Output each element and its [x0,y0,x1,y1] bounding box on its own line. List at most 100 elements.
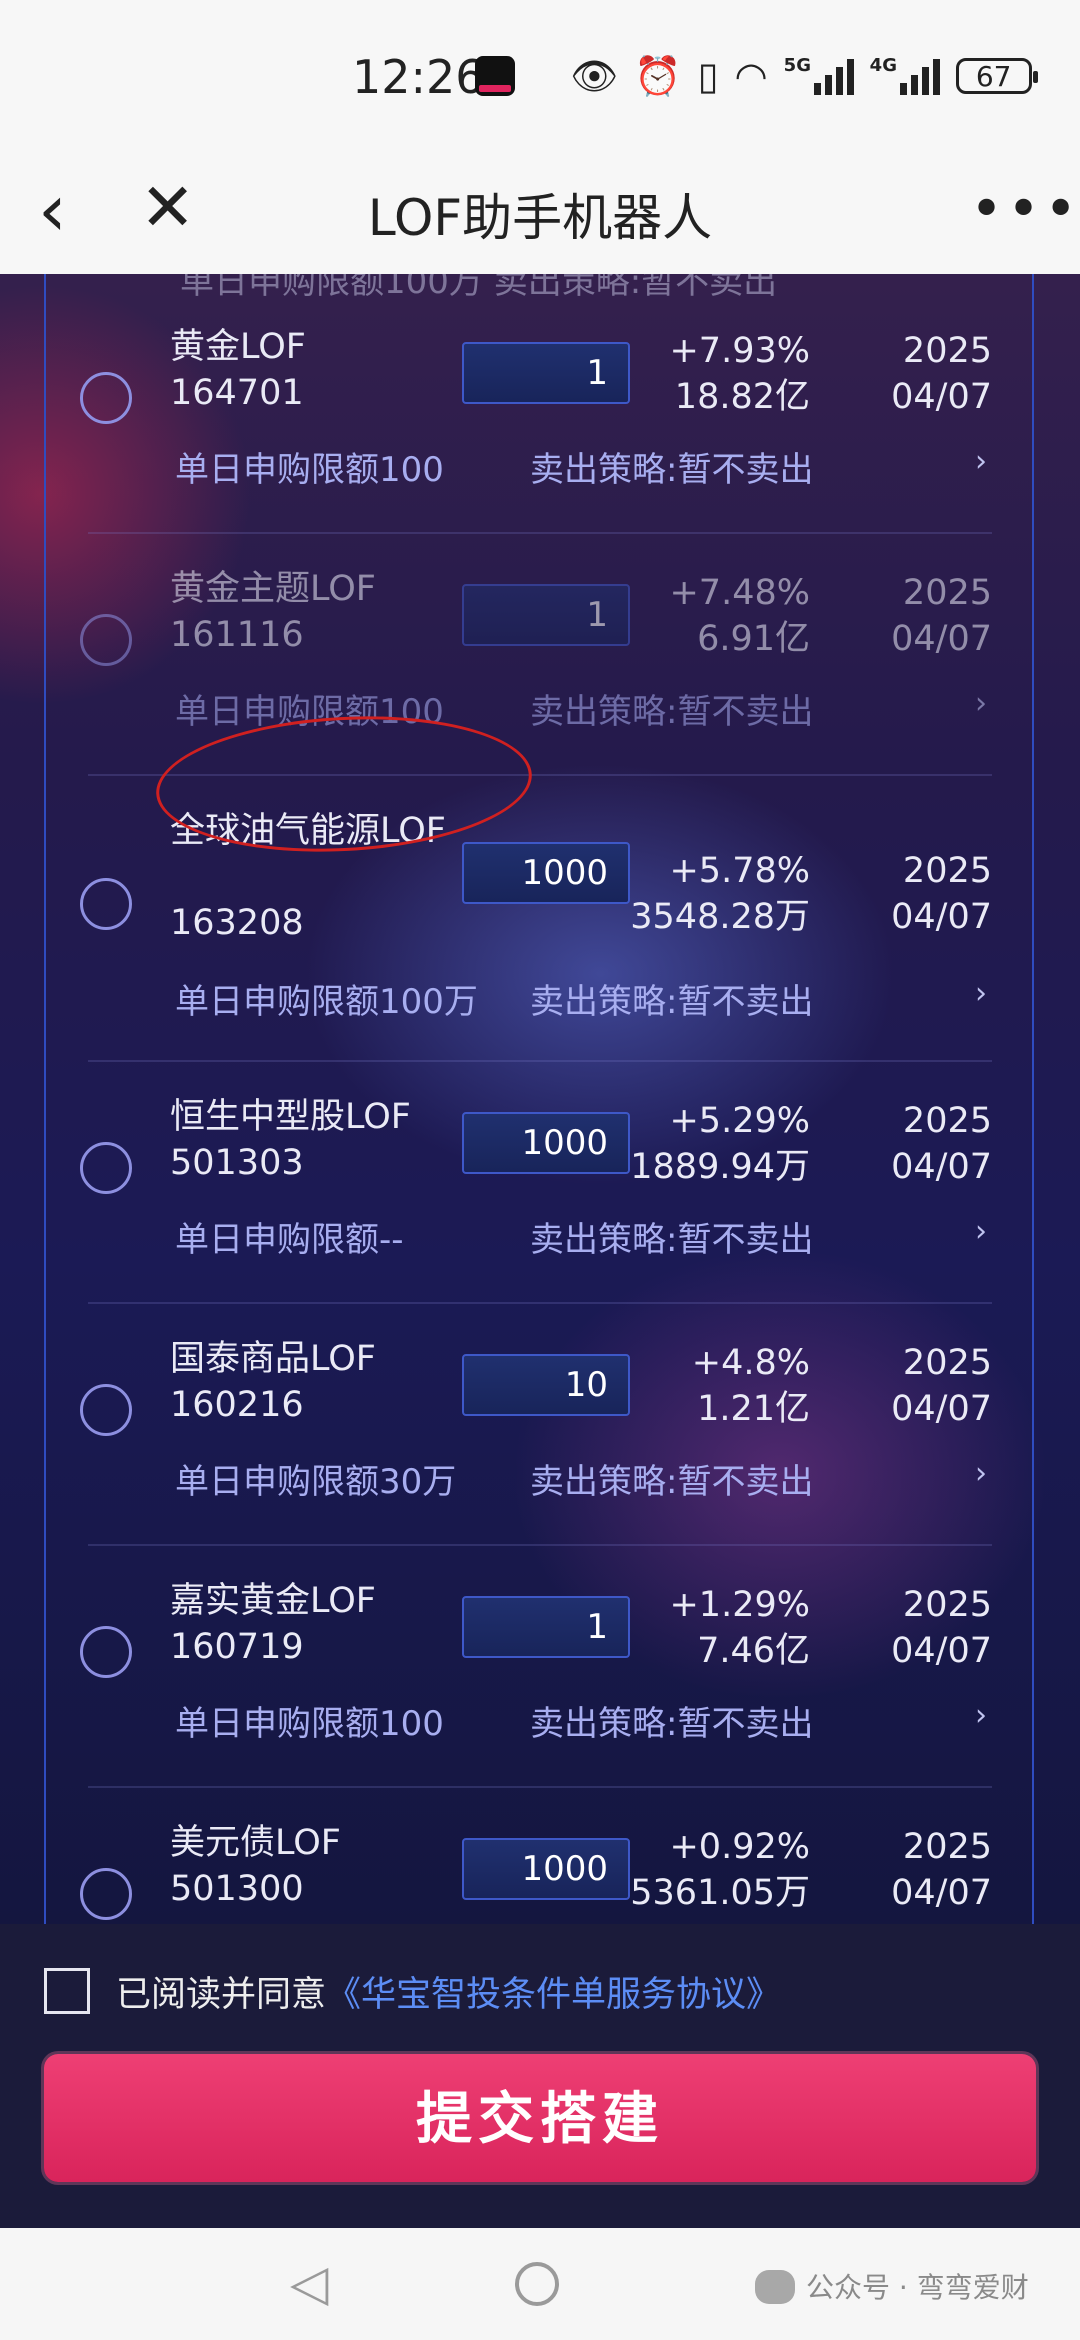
change-percent: +4.8% [691,1343,810,1383]
fund-name: 黄金主题LOF [170,569,376,609]
fund-name: 黄金LOF [170,327,306,367]
quantity-input[interactable]: 1000 [462,842,630,904]
select-radio[interactable] [80,614,132,666]
fund-list-area[interactable]: 单日申购限额100万 卖出策略:暂不卖出 黄金LOF 164701 1 +7.93% 1… [0,274,1080,1924]
list-item[interactable]: 恒生中型股LOF 501303 1000 +5.29% 1889.94万 2025 04/0… [0,1094,1080,1334]
trade-amount: 1.21亿 [697,1389,810,1429]
date-year: 2025 [902,1827,992,1867]
purchase-limit: 单日申购限额-- [175,1220,404,1260]
trade-amount: 7.46亿 [697,1631,810,1671]
chevron-right-icon[interactable]: › [975,1214,987,1249]
agree-label: 已阅读并同意 [116,1975,327,2015]
select-radio[interactable] [80,1868,132,1920]
signal-icon: 4G [870,55,940,95]
list-item[interactable]: 黄金LOF 164701 1 +7.93% 18.82亿 2025 04/07 单日申购限额1… [0,324,1080,564]
submit-button[interactable]: 提交搭建 [44,2054,1036,2182]
chevron-right-icon[interactable]: › [975,1456,987,1491]
status-bar: 12:26 👁 ⏰ ▯ ◠ 5G 4G 67 [0,0,1080,150]
sell-strategy: 卖出策略:暂不卖出 [530,1220,814,1260]
fund-name: 恒生中型股LOF [170,1097,411,1137]
select-radio[interactable] [80,372,132,424]
trade-amount: 1889.94万 [630,1147,810,1187]
fund-name: 国泰商品LOF [170,1339,376,1379]
date-year: 2025 [902,851,992,891]
fund-code: 501300 [170,1869,304,1909]
fund-code: 160216 [170,1385,304,1425]
row-divider [88,1786,992,1788]
select-radio[interactable] [80,1142,132,1194]
chevron-right-icon[interactable]: › [975,444,987,479]
vibrate-icon: ▯ [697,54,719,98]
change-percent: +0.92% [669,1827,810,1867]
agreement-link[interactable]: 《华宝智投条件单服务协议》 [326,1975,781,2015]
date-day: 04/07 [891,1389,992,1429]
eye-icon: 👁 [570,54,619,98]
system-home-icon[interactable] [515,2262,559,2306]
chevron-right-icon[interactable]: › [975,1698,987,1733]
list-item[interactable]: 全球油气能源LOF 163208 1000 +5.78% 3548.28万 2025 04/… [0,808,1080,1048]
trade-amount: 18.82亿 [674,377,810,417]
select-radio[interactable] [80,1384,132,1436]
date-year: 2025 [902,1343,992,1383]
trade-amount: 5361.05万 [630,1873,810,1913]
list-item[interactable]: 美元债LOF 501300 1000 +0.92% 5361.05万 2025 04/07 [0,1820,1080,1924]
footer: 已阅读并同意《华宝智投条件单服务协议》 提交搭建 [0,1924,1080,2228]
fund-code: 160719 [170,1627,304,1667]
quantity-input[interactable]: 1 [462,1596,630,1658]
tiktok-icon [475,56,515,96]
sell-strategy: 卖出策略:暂不卖出 [530,450,814,490]
quantity-input[interactable]: 1 [462,584,630,646]
system-nav-bar: ◁ 公众号 · 弯弯爱财 [0,2228,1080,2340]
status-icons: 👁 ⏰ ▯ ◠ 5G 4G 67 [570,54,1038,98]
fund-code: 163208 [170,903,304,943]
agree-checkbox[interactable] [44,1968,90,2014]
date-year: 2025 [902,1101,992,1141]
date-day: 04/07 [891,897,992,937]
purchase-limit: 单日申购限额100 [175,450,444,490]
row-divider [88,1544,992,1546]
select-radio[interactable] [80,1626,132,1678]
date-day: 04/07 [891,1873,992,1913]
signal-5g-label: 5G [783,55,811,76]
page-title: LOF助手机器人 [367,189,713,247]
quantity-input[interactable]: 1000 [462,1838,630,1900]
change-percent: +5.78% [669,851,810,891]
chevron-right-icon[interactable]: › [975,976,987,1011]
change-percent: +5.29% [669,1101,810,1141]
more-icon[interactable]: ••• [970,170,1080,250]
row-divider [88,532,992,534]
quantity-input[interactable]: 1000 [462,1112,630,1174]
clipped-previous-row: 单日申购限额100万 卖出策略:暂不卖出 [180,274,778,302]
date-day: 04/07 [891,619,992,659]
change-percent: +1.29% [669,1585,810,1625]
wifi-icon: ◠ [734,54,768,98]
status-time: 12:26 [352,50,485,104]
purchase-limit: 单日申购限额100 [175,1704,444,1744]
list-item[interactable]: 国泰商品LOF 160216 10 +4.8% 1.21亿 2025 04/07 单日申购限额… [0,1336,1080,1576]
battery-level: 67 [975,59,1012,93]
list-item[interactable]: 嘉实黄金LOF 160719 1 +1.29% 7.46亿 2025 04/07 单日申购限额… [0,1578,1080,1818]
trade-amount: 6.91亿 [697,619,810,659]
date-year: 2025 [902,573,992,613]
alarm-icon: ⏰ [634,54,682,98]
fund-code: 164701 [170,373,304,413]
date-day: 04/07 [891,377,992,417]
date-year: 2025 [902,1585,992,1625]
fund-code: 501303 [170,1143,304,1183]
row-divider [88,1060,992,1062]
system-back-icon[interactable]: ◁ [290,2254,328,2312]
list-item[interactable]: 黄金主题LOF 161116 1 +7.48% 6.91亿 2025 04/07 单日申购限额… [0,566,1080,806]
agree-text: 已阅读并同意《华宝智投条件单服务协议》 [116,1966,781,2017]
wechat-icon [755,2270,795,2304]
quantity-input[interactable]: 1 [462,342,630,404]
fund-code: 161116 [170,615,304,655]
date-year: 2025 [902,331,992,371]
watermark-text: 公众号 · 弯弯爱财 [806,2271,1029,2304]
sell-strategy: 卖出策略:暂不卖出 [530,692,814,732]
select-radio[interactable] [80,878,132,930]
trade-amount: 3548.28万 [630,897,810,937]
fund-name: 嘉实黄金LOF [170,1581,376,1621]
chevron-right-icon[interactable]: › [975,686,987,721]
quantity-input[interactable]: 10 [462,1354,630,1416]
change-percent: +7.48% [669,573,810,613]
